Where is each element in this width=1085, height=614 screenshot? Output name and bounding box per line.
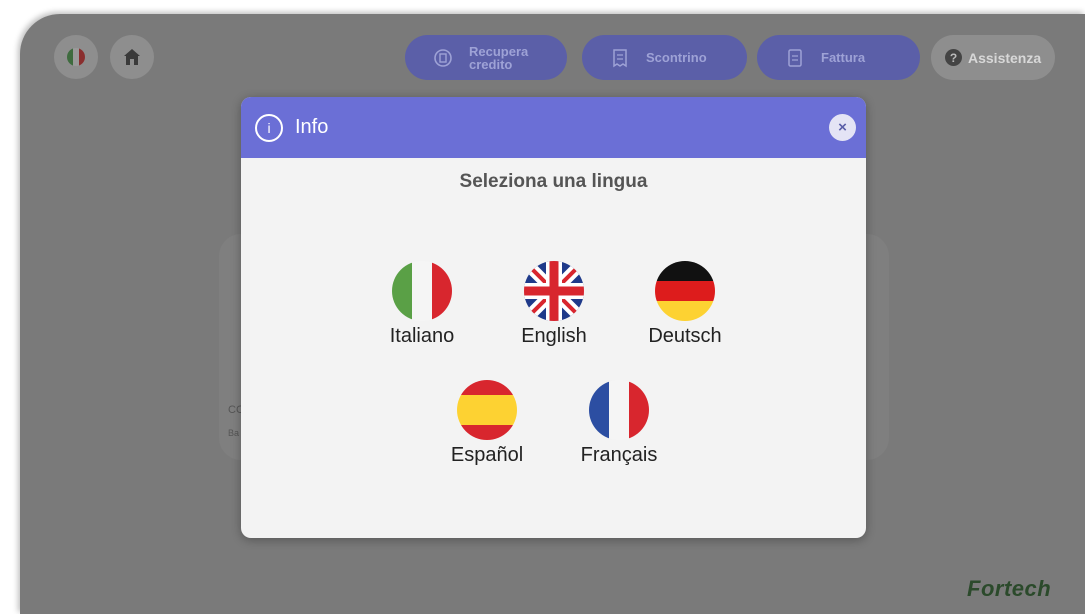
recupera-label-line2: credito [469, 56, 513, 72]
recupera-label: Recupera credito [469, 45, 528, 71]
info-icon: i [255, 113, 283, 142]
language-label: English [521, 325, 587, 347]
assistenza-label: Assistenza [968, 49, 1042, 66]
scontrino-label: Scontrino [646, 50, 707, 65]
home-button[interactable] [110, 35, 154, 79]
invoice-icon [785, 48, 805, 68]
receipt-icon [610, 48, 630, 68]
language-option-espanol[interactable]: Español [432, 380, 542, 467]
modal-header: i Info × [241, 97, 866, 158]
italy-flag-icon [392, 261, 452, 321]
recupera-credito-button[interactable]: Recupera credito [405, 35, 567, 80]
fattura-label: Fattura [821, 50, 866, 65]
close-button[interactable]: × [829, 114, 856, 141]
language-button[interactable] [54, 35, 98, 79]
background-card-subtext: Ba [228, 428, 240, 438]
modal-subtitle: Seleziona una lingua [459, 171, 648, 192]
language-label: Italiano [389, 325, 455, 347]
language-modal: i Info × Seleziona una lingua Italiano E… [241, 97, 866, 538]
language-label: Deutsch [648, 325, 722, 347]
home-icon [124, 49, 140, 65]
germany-flag-icon [655, 261, 715, 321]
language-label: Français [580, 444, 658, 466]
language-option-francais[interactable]: Français [564, 380, 674, 467]
language-option-deutsch[interactable]: Deutsch [630, 261, 740, 348]
refresh-coin-icon [433, 48, 453, 68]
assistenza-button[interactable]: ? Assistenza [931, 35, 1055, 80]
help-icon: ? [945, 49, 962, 66]
scontrino-button[interactable]: Scontrino [582, 35, 747, 80]
france-flag-icon [589, 380, 649, 440]
uk-flag-icon [524, 261, 584, 321]
spain-flag-icon [457, 380, 517, 440]
recupera-label-line1: Recupera [469, 43, 529, 59]
language-option-italiano[interactable]: Italiano [367, 261, 477, 348]
language-label: Español [450, 444, 524, 466]
fattura-button[interactable]: Fattura [757, 35, 920, 80]
language-option-english[interactable]: English [499, 261, 609, 348]
brand-logo: Fortech [967, 576, 1052, 601]
italy-flag-icon [67, 48, 85, 66]
modal-title: Info [295, 116, 329, 138]
